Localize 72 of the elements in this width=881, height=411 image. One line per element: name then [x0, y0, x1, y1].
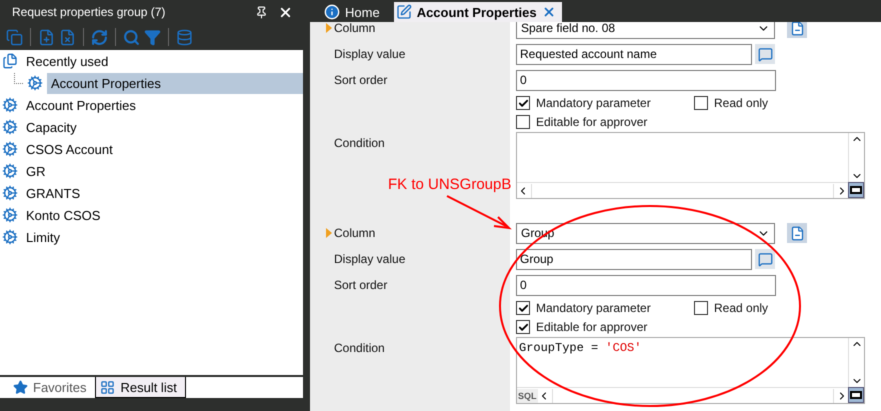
- tree-item[interactable]: Account Properties: [47, 72, 303, 94]
- panel-tab[interactable]: Result list: [95, 377, 186, 398]
- checkbox-label: Editable for approver: [536, 320, 648, 334]
- display-value-field[interactable]: Group: [516, 248, 752, 270]
- remove-button[interactable]: [787, 223, 807, 243]
- field-label: Sort order: [334, 73, 388, 87]
- gear-icon: [2, 119, 18, 135]
- gear-icon: [27, 75, 43, 91]
- gear-icon: [2, 141, 18, 157]
- info-icon: [324, 4, 340, 20]
- field-label: Condition: [334, 341, 385, 355]
- tree-item[interactable]: Account Properties: [22, 94, 140, 116]
- field-label: Display value: [334, 47, 406, 61]
- panel-title: Request properties group (7): [12, 5, 166, 19]
- gear-icon: [2, 185, 18, 201]
- tree-item[interactable]: CSOS Account: [22, 138, 117, 160]
- pin-icon[interactable]: [255, 6, 268, 18]
- checkbox-label: Read only: [714, 96, 768, 110]
- gear-icon: [2, 163, 18, 179]
- checkbox[interactable]: [694, 96, 708, 110]
- checkbox-label: Editable for approver: [536, 115, 648, 129]
- edit-icon: [396, 4, 412, 20]
- tree-item[interactable]: Capacity: [22, 116, 81, 138]
- expand-button[interactable]: [848, 182, 864, 198]
- sql-badge: SQL: [517, 388, 538, 402]
- filter-icon[interactable]: [144, 28, 161, 46]
- checkbox[interactable]: [516, 320, 530, 334]
- expand-button[interactable]: [848, 387, 864, 403]
- field-label: Sort order: [334, 278, 388, 292]
- gear-icon: [2, 207, 18, 223]
- field-label: Column: [334, 226, 376, 240]
- condition-editor[interactable]: GroupType = 'COS' SQL: [516, 337, 865, 404]
- tree-item[interactable]: Recently used: [22, 50, 112, 72]
- translate-button[interactable]: [755, 249, 775, 269]
- display-value-field[interactable]: Requested account name: [516, 44, 752, 64]
- refresh-icon[interactable]: [91, 28, 108, 46]
- checkmark-icon: [518, 322, 528, 332]
- search-icon[interactable]: [123, 28, 140, 46]
- field-label: Condition: [334, 136, 385, 150]
- checkbox-label: Read only: [714, 301, 768, 315]
- checkmark-icon: [518, 302, 528, 314]
- database-icon[interactable]: [176, 28, 193, 46]
- sort-order-field[interactable]: 0: [516, 70, 776, 90]
- remove-button[interactable]: [787, 22, 807, 38]
- field-label: Display value: [334, 252, 406, 266]
- documents-icon: [2, 53, 18, 69]
- checkbox[interactable]: [516, 96, 530, 110]
- translate-button[interactable]: [755, 44, 775, 64]
- copy-icon[interactable]: [6, 28, 23, 46]
- new-document-icon[interactable]: [38, 28, 55, 46]
- sort-order-field[interactable]: 0: [516, 274, 776, 296]
- star-icon: [13, 380, 28, 394]
- annotation-arrow: [446, 195, 512, 230]
- field-label: Column: [334, 22, 376, 35]
- checkbox[interactable]: [694, 301, 708, 315]
- delete-document-icon[interactable]: [59, 28, 76, 46]
- checkbox[interactable]: [516, 301, 530, 315]
- grid-icon: [100, 380, 116, 394]
- document-tab[interactable]: Home: [322, 2, 386, 22]
- column-dropdown[interactable]: Spare field no. 08: [516, 22, 775, 38]
- tree-item[interactable]: GR: [22, 160, 50, 182]
- checkbox-label: Mandatory parameter: [536, 96, 651, 110]
- document-tab[interactable]: Account Properties: [394, 2, 562, 22]
- checkbox-label: Mandatory parameter: [536, 301, 651, 315]
- tree-item[interactable]: GRANTS: [22, 182, 84, 204]
- gear-icon: [2, 97, 18, 113]
- checkbox[interactable]: [516, 115, 530, 129]
- checkmark-icon: [518, 98, 528, 108]
- tree-item[interactable]: Konto CSOS: [22, 204, 104, 226]
- tree-item[interactable]: Limity: [22, 226, 64, 248]
- gear-icon: [2, 229, 18, 245]
- annotation-text: FK to UNSGroupB: [388, 176, 512, 193]
